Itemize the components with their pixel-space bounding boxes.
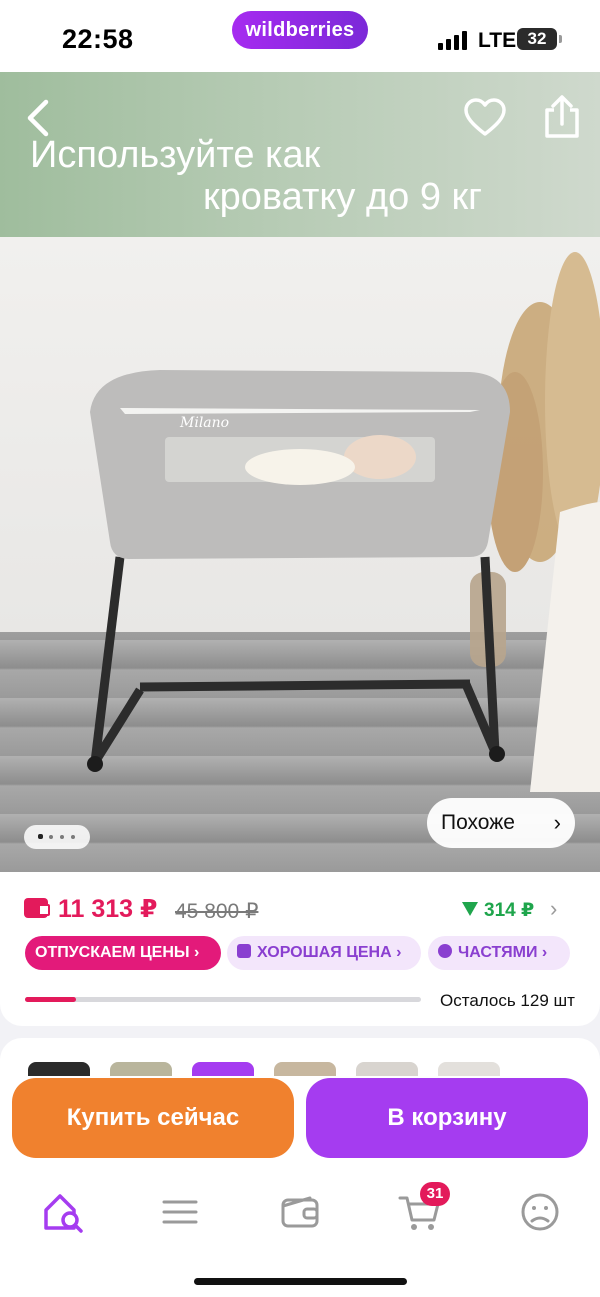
profile-icon[interactable] (516, 1190, 564, 1234)
network-label: LTE (478, 29, 517, 52)
price-card: 11 313 ₽ 45 800 ₽ 314 ₽ › ОТПУСКАЕМ ЦЕНЫ… (0, 872, 600, 1026)
similar-products-button[interactable]: Похоже › (427, 798, 575, 848)
page-dot-active (38, 834, 43, 839)
thumbs-up-icon (237, 944, 251, 958)
current-price: 11 313 ₽ (58, 895, 158, 923)
buy-now-button[interactable]: Купить сейчас (12, 1078, 294, 1158)
stock-remaining: Осталось 129 шт (440, 991, 575, 1010)
wallet-price-icon (24, 898, 50, 918)
pie-chart-icon (438, 944, 452, 958)
old-price: 45 800 ₽ (175, 900, 259, 923)
chevron-right-icon: › (553, 810, 561, 835)
similar-label: Похоже (441, 811, 515, 834)
chip-installments[interactable]: ЧАСТЯМИ › (428, 936, 570, 970)
catalog-icon[interactable] (156, 1190, 204, 1234)
bottom-tab-bar (0, 1172, 600, 1252)
cart-count-badge: 31 (420, 1182, 450, 1206)
stock-progress-fill (25, 997, 77, 1002)
page-dot (60, 835, 64, 839)
page-dot (49, 835, 53, 839)
home-search-icon[interactable] (40, 1190, 88, 1234)
crib-frame (90, 556, 500, 765)
stock-progress-bar (25, 997, 421, 1002)
banner-line-2: кроватку до 9 кг (203, 176, 483, 218)
battery-icon: 32 (517, 28, 562, 50)
chip-price-drop[interactable]: ОТПУСКАЕМ ЦЕНЫ › (25, 936, 221, 970)
favorite-heart-icon[interactable] (462, 96, 508, 140)
add-to-cart-button[interactable]: В корзину (306, 1078, 588, 1158)
promo-banner: Используйте как кроватку до 9 кг (0, 72, 600, 237)
down-triangle-icon (462, 902, 478, 916)
chevron-right-icon[interactable]: › (550, 896, 557, 922)
bottom-sheet (0, 1038, 600, 1297)
signal-icon (438, 30, 468, 50)
home-indicator (194, 1278, 407, 1285)
chip-good-price[interactable]: ХОРОШАЯ ЦЕНА › (227, 936, 421, 970)
banner-line-1: Используйте как (30, 134, 321, 176)
app-pill[interactable]: wildberries (232, 11, 368, 49)
wallet-icon[interactable] (276, 1190, 324, 1234)
product-screen: 22:58 wildberries LTE 32 Milano Использу… (0, 0, 600, 1297)
variant-thumbnails[interactable] (28, 1062, 548, 1076)
cashback-amount[interactable]: 314 ₽ (462, 899, 534, 922)
product-gallery[interactable]: Milano Используйте как кроватку до 9 кг … (0, 72, 600, 872)
page-dot (71, 835, 75, 839)
status-time: 22:58 (62, 24, 134, 54)
crib-brand-label: Milano (179, 415, 229, 431)
status-bar: 22:58 wildberries LTE 32 (0, 0, 600, 72)
share-icon[interactable] (540, 94, 584, 140)
gallery-page-dots (24, 825, 90, 849)
back-chevron-icon[interactable] (20, 96, 60, 140)
